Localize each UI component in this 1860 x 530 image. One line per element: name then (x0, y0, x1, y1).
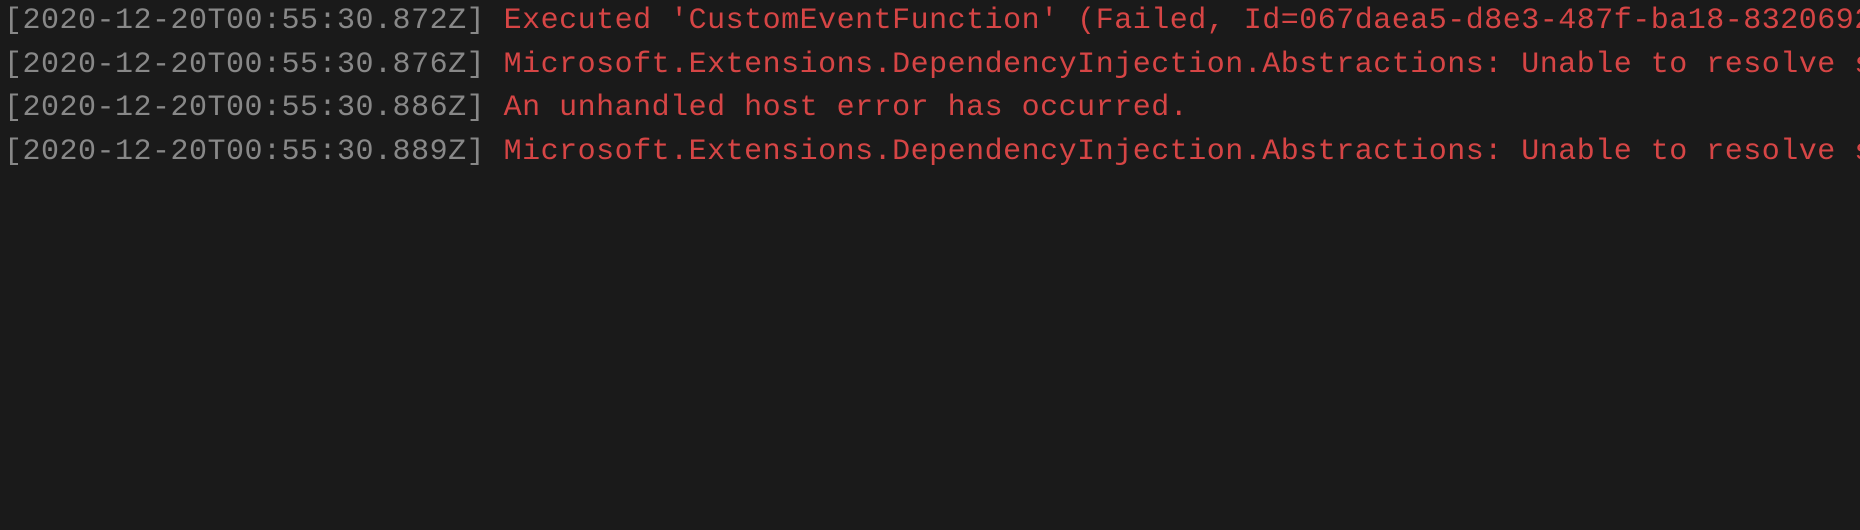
log-message: Executed 'CustomEventFunction' (Failed, … (504, 4, 1860, 38)
log-sep (485, 135, 504, 169)
log-message: Microsoft.Extensions.DependencyInjection… (504, 135, 1860, 169)
log-message: Microsoft.Extensions.DependencyInjection… (504, 48, 1860, 82)
terminal-output[interactable]: [2020-12-20T00:55:30.872Z] Executed 'Cus… (4, 0, 1856, 174)
log-sep (485, 48, 504, 82)
log-timestamp: [2020-12-20T00:55:30.889Z] (4, 135, 485, 169)
log-sep (485, 4, 504, 38)
log-sep (485, 91, 504, 125)
log-timestamp: [2020-12-20T00:55:30.876Z] (4, 48, 485, 82)
log-message: An unhandled host error has occurred. (504, 91, 1189, 125)
log-timestamp: [2020-12-20T00:55:30.872Z] (4, 4, 485, 38)
log-timestamp: [2020-12-20T00:55:30.886Z] (4, 91, 485, 125)
